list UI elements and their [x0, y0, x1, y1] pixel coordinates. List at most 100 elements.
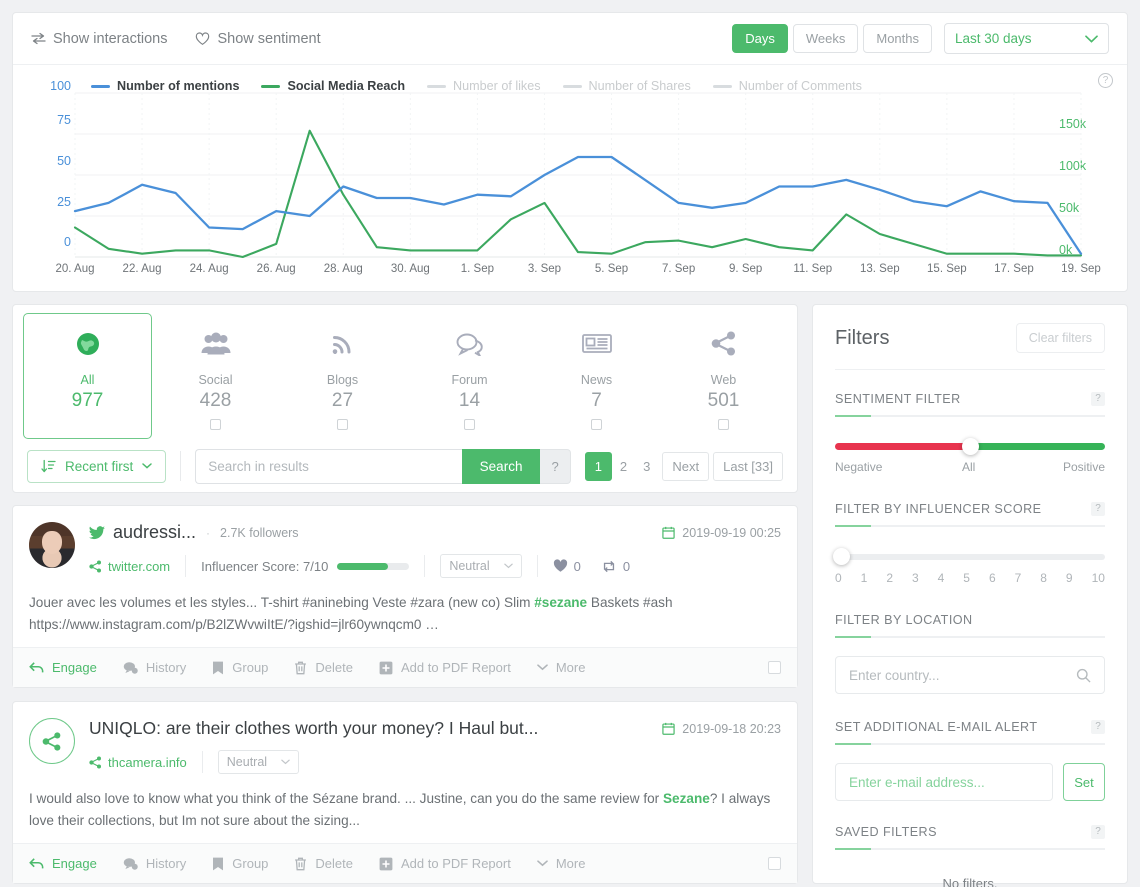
source-card-all[interactable]: All 977: [23, 313, 152, 439]
chart-body: ? Number of mentions Social Media Reach …: [13, 65, 1127, 292]
delete-label: Delete: [315, 856, 353, 871]
source-card-blogs[interactable]: Blogs 27: [279, 313, 406, 439]
share-icon: [42, 731, 61, 751]
result-actions: Engage History Group Delete Add to PDF R…: [13, 843, 797, 883]
mentions-chart-panel: Show interactions Show sentiment Days We…: [12, 12, 1128, 292]
help-icon[interactable]: ?: [1091, 720, 1105, 734]
share-icon: [89, 756, 101, 768]
result-domain-link[interactable]: thcamera.info: [89, 755, 187, 770]
legend-item-shares[interactable]: Number of Shares: [562, 79, 691, 93]
result-text-highlight: #sezane: [534, 595, 588, 610]
help-icon[interactable]: ?: [1091, 502, 1105, 516]
source-card-web[interactable]: Web 501: [660, 313, 787, 439]
search-button[interactable]: Search: [461, 448, 541, 484]
date-range-select[interactable]: Last 30 days: [944, 23, 1109, 54]
legend-item-mentions[interactable]: Number of mentions: [91, 79, 239, 93]
sentiment-slider-knob[interactable]: [962, 438, 979, 455]
search-help-button[interactable]: ?: [540, 448, 571, 484]
more-button[interactable]: More: [537, 856, 586, 871]
history-button[interactable]: History: [123, 660, 186, 675]
search-icon: [1076, 668, 1091, 683]
x-axis-label: 20. Aug: [55, 263, 95, 275]
result-select-checkbox[interactable]: [768, 857, 781, 870]
page-next-button[interactable]: Next: [662, 451, 710, 481]
score-tick: 6: [988, 571, 996, 585]
twitter-icon: [89, 525, 105, 539]
series-line-social-media-reach: [73, 129, 1083, 259]
more-button[interactable]: More: [537, 660, 585, 675]
sentiment-select[interactable]: Neutral: [217, 750, 300, 774]
help-icon[interactable]: ?: [1091, 392, 1105, 406]
source-card-social[interactable]: Social 428: [152, 313, 279, 439]
delete-button[interactable]: Delete: [294, 660, 353, 675]
granularity-days-button[interactable]: Days: [732, 24, 788, 53]
result-select-checkbox[interactable]: [768, 661, 781, 674]
result-text-before: I would also love to know what you think…: [29, 791, 663, 806]
country-field[interactable]: [835, 656, 1105, 694]
add-to-pdf-report-button[interactable]: Add to PDF Report: [379, 856, 511, 871]
help-icon[interactable]: ?: [1091, 825, 1105, 839]
date-range-value: Last 30 days: [955, 31, 1032, 46]
source-label: News: [580, 372, 613, 387]
country-input[interactable]: [849, 667, 1076, 683]
source-label: Forum: [451, 372, 488, 387]
more-label: More: [555, 856, 586, 871]
slider-track: [835, 554, 1105, 560]
result-meta-row: twitter.com Influencer Score: 7/10 Neutr…: [89, 554, 781, 578]
group-button[interactable]: Group: [212, 660, 268, 675]
result-domain-text: thcamera.info: [108, 754, 187, 770]
people-icon: [201, 327, 231, 361]
email-input[interactable]: [849, 774, 1039, 790]
influencer-slider-knob[interactable]: [833, 548, 850, 565]
saved-filters-empty: No filters.: [942, 876, 998, 887]
source-card-news[interactable]: News 7: [533, 313, 660, 439]
delete-button[interactable]: Delete: [294, 856, 353, 871]
granularity-months-button[interactable]: Months: [863, 24, 932, 53]
search-input[interactable]: [195, 448, 462, 484]
location-filter-section: FILTER BY LOCATION: [835, 613, 1105, 694]
legend-item-likes[interactable]: Number of likes: [427, 79, 541, 93]
sentiment-slider[interactable]: [835, 438, 1105, 455]
page-3-button[interactable]: 3: [635, 452, 658, 481]
engage-button[interactable]: Engage: [29, 856, 97, 871]
source-checkbox[interactable]: [591, 418, 602, 430]
engage-button[interactable]: Engage: [29, 660, 97, 675]
sentiment-select[interactable]: Neutral: [440, 554, 522, 578]
result-date: 2019-09-18 20:23: [662, 722, 781, 736]
result-card-1: audressi... · 2.7K followers 2019-09-19 …: [12, 505, 798, 688]
y-left-tick-0: 0: [64, 235, 71, 249]
chat-icon: [456, 327, 484, 361]
legend-item-reach[interactable]: Social Media Reach: [261, 79, 405, 93]
show-sentiment-toggle[interactable]: Show sentiment: [195, 31, 321, 47]
filters-panel: Filters Clear filters SENTIMENT FILTER ?…: [812, 304, 1128, 887]
page-2-button[interactable]: 2: [612, 452, 635, 481]
influencer-score-slider[interactable]: [833, 548, 1105, 565]
result-title[interactable]: UNIQLO: are their clothes worth your mon…: [89, 718, 538, 739]
source-count: 14: [458, 389, 481, 411]
show-interactions-toggle[interactable]: Show interactions: [31, 31, 167, 47]
chart-help-icon[interactable]: ?: [1098, 73, 1113, 88]
result-domain-link[interactable]: twitter.com: [89, 559, 170, 574]
legend-label: Number of mentions: [117, 79, 240, 93]
sort-order-select[interactable]: Recent first: [27, 449, 167, 483]
clear-filters-button[interactable]: Clear filters: [1015, 323, 1105, 353]
email-alert-row: Set: [835, 745, 1105, 801]
legend-item-comments[interactable]: Number of Comments: [712, 79, 862, 93]
source-card-forum[interactable]: Forum 14: [406, 313, 533, 439]
email-alert-section: SET ADDITIONAL E-MAIL ALERT ? Set: [835, 720, 1105, 801]
page-last-button[interactable]: Last [33]: [713, 451, 783, 481]
history-button[interactable]: History: [123, 856, 186, 871]
source-checkbox[interactable]: [210, 418, 221, 430]
email-field[interactable]: [835, 763, 1053, 801]
influencer-score: Influencer Score: 7/10: [201, 559, 410, 574]
set-email-alert-button[interactable]: Set: [1063, 763, 1105, 801]
result-author[interactable]: audressi...: [89, 522, 196, 543]
source-checkbox[interactable]: [337, 418, 348, 430]
add-to-pdf-report-button[interactable]: Add to PDF Report: [379, 660, 511, 675]
source-checkbox[interactable]: [464, 418, 475, 430]
page-1-button[interactable]: 1: [584, 451, 612, 481]
source-checkbox[interactable]: [718, 418, 729, 430]
granularity-weeks-button[interactable]: Weeks: [792, 24, 859, 53]
group-button[interactable]: Group: [212, 856, 268, 871]
result-author-name: audressi...: [113, 522, 197, 542]
